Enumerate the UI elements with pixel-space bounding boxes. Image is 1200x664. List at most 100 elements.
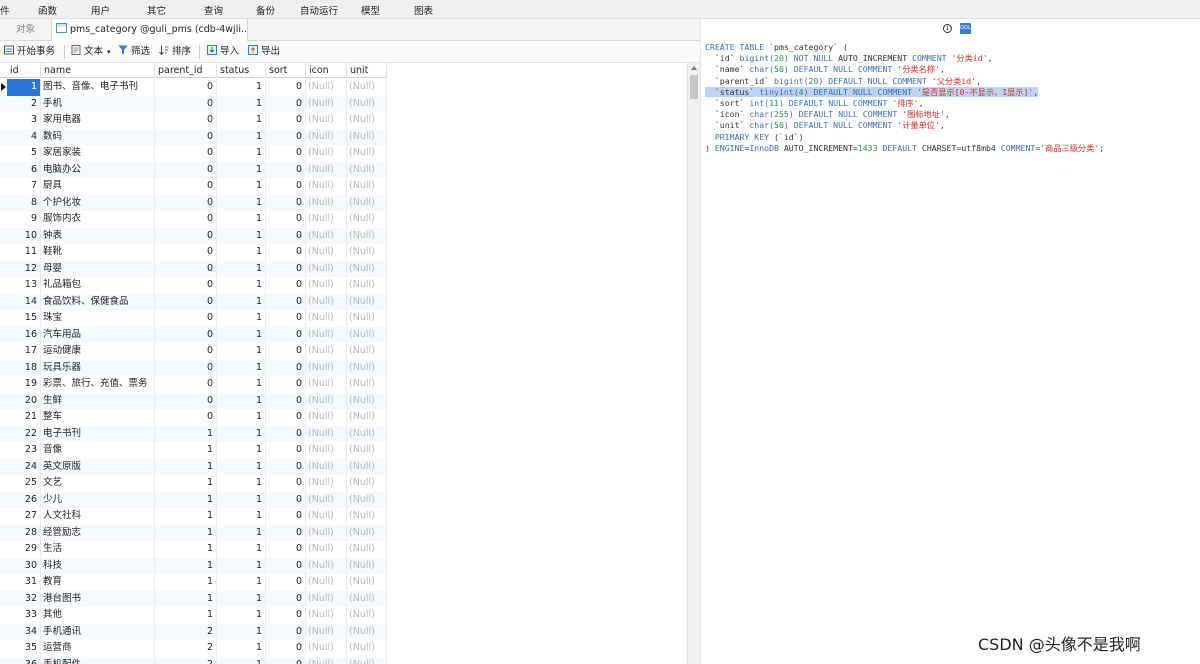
ddl-code-view[interactable]: CREATE TABLE `pms_category` ( `id` bigin… xyxy=(705,42,1104,154)
cell-sort[interactable]: 0 xyxy=(266,590,306,607)
column-header-icon[interactable]: icon xyxy=(306,63,347,78)
cell-name[interactable]: 整车 xyxy=(41,409,155,426)
cell-icon[interactable]: (Null) xyxy=(306,343,347,360)
cell-icon[interactable]: (Null) xyxy=(306,359,347,376)
cell-parent-id[interactable]: 0 xyxy=(155,194,217,211)
cell-sort[interactable]: 0 xyxy=(266,574,306,591)
cell-id[interactable]: 14 xyxy=(7,293,41,310)
cell-id[interactable]: 30 xyxy=(7,557,41,574)
table-row[interactable]: 25 文艺 1 1 0 (Null) (Null) xyxy=(0,475,387,492)
cell-sort[interactable]: 0 xyxy=(266,260,306,277)
cell-sort[interactable]: 0 xyxy=(266,656,306,664)
cell-icon[interactable]: (Null) xyxy=(306,458,347,475)
cell-sort[interactable]: 0 xyxy=(266,227,306,244)
cell-id[interactable]: 17 xyxy=(7,343,41,360)
table-row[interactable]: 29 生活 1 1 0 (Null) (Null) xyxy=(0,541,387,558)
cell-status[interactable]: 1 xyxy=(217,310,266,327)
table-row[interactable]: 21 整车 0 1 0 (Null) (Null) xyxy=(0,409,387,426)
cell-sort[interactable]: 0 xyxy=(266,211,306,228)
cell-id[interactable]: 6 xyxy=(7,161,41,178)
cell-name[interactable]: 电子书刊 xyxy=(41,425,155,442)
cell-icon[interactable]: (Null) xyxy=(306,623,347,640)
cell-parent-id[interactable]: 0 xyxy=(155,95,217,112)
cell-unit[interactable]: (Null) xyxy=(347,425,387,442)
cell-name[interactable]: 食品饮料、保健食品 xyxy=(41,293,155,310)
cell-icon[interactable]: (Null) xyxy=(306,211,347,228)
column-header-unit[interactable]: unit xyxy=(347,63,387,78)
cell-icon[interactable]: (Null) xyxy=(306,640,347,657)
cell-icon[interactable]: (Null) xyxy=(306,508,347,525)
cell-sort[interactable]: 0 xyxy=(266,392,306,409)
cell-parent-id[interactable]: 0 xyxy=(155,293,217,310)
table-row[interactable]: 26 少儿 1 1 0 (Null) (Null) xyxy=(0,491,387,508)
cell-unit[interactable]: (Null) xyxy=(347,359,387,376)
text-button[interactable]: 文本 ▾ xyxy=(71,45,111,59)
cell-sort[interactable]: 0 xyxy=(266,293,306,310)
cell-status[interactable]: 1 xyxy=(217,607,266,624)
cell-sort[interactable]: 0 xyxy=(266,376,306,393)
cell-name[interactable]: 运动健康 xyxy=(41,343,155,360)
cell-name[interactable]: 手机通讯 xyxy=(41,623,155,640)
cell-icon[interactable]: (Null) xyxy=(306,194,347,211)
cell-parent-id[interactable]: 0 xyxy=(155,145,217,162)
cell-icon[interactable]: (Null) xyxy=(306,293,347,310)
scroll-up-icon[interactable] xyxy=(691,66,697,70)
cell-status[interactable]: 1 xyxy=(217,128,266,145)
cell-status[interactable]: 1 xyxy=(217,277,266,294)
cell-sort[interactable]: 0 xyxy=(266,359,306,376)
table-row[interactable]: 2 手机 0 1 0 (Null) (Null) xyxy=(0,95,387,112)
cell-name[interactable]: 鞋靴 xyxy=(41,244,155,261)
table-row[interactable]: 22 电子书刊 1 1 0 (Null) (Null) xyxy=(0,425,387,442)
cell-id[interactable]: 26 xyxy=(7,491,41,508)
cell-icon[interactable]: (Null) xyxy=(306,656,347,664)
cell-sort[interactable]: 0 xyxy=(266,343,306,360)
cell-name[interactable]: 家居家装 xyxy=(41,145,155,162)
cell-name[interactable]: 家用电器 xyxy=(41,112,155,129)
sort-button[interactable]: 排序 xyxy=(159,45,191,59)
cell-name[interactable]: 经管励志 xyxy=(41,524,155,541)
cell-status[interactable]: 1 xyxy=(217,194,266,211)
table-row[interactable]: 10 钟表 0 1 0 (Null) (Null) xyxy=(0,227,387,244)
cell-parent-id[interactable]: 1 xyxy=(155,541,217,558)
cell-sort[interactable]: 0 xyxy=(266,623,306,640)
cell-name[interactable]: 运营商 xyxy=(41,640,155,657)
cell-id[interactable]: 10 xyxy=(7,227,41,244)
cell-unit[interactable]: (Null) xyxy=(347,640,387,657)
cell-unit[interactable]: (Null) xyxy=(347,277,387,294)
table-row[interactable]: 19 彩票、旅行、充值、票务 0 1 0 (Null) (Null) xyxy=(0,376,387,393)
cell-name[interactable]: 港台图书 xyxy=(41,590,155,607)
cell-name[interactable]: 数码 xyxy=(41,128,155,145)
cell-sort[interactable]: 0 xyxy=(266,557,306,574)
cell-id[interactable]: 22 xyxy=(7,425,41,442)
cell-icon[interactable]: (Null) xyxy=(306,310,347,327)
cell-name[interactable]: 汽车用品 xyxy=(41,326,155,343)
cell-name[interactable]: 英文原版 xyxy=(41,458,155,475)
cell-id[interactable]: 11 xyxy=(7,244,41,261)
cell-sort[interactable]: 0 xyxy=(266,409,306,426)
cell-unit[interactable]: (Null) xyxy=(347,244,387,261)
cell-name[interactable]: 玩具乐器 xyxy=(41,359,155,376)
table-row[interactable]: 30 科技 1 1 0 (Null) (Null) xyxy=(0,557,387,574)
cell-icon[interactable]: (Null) xyxy=(306,475,347,492)
cell-status[interactable]: 1 xyxy=(217,244,266,261)
table-row[interactable]: 13 礼品箱包 0 1 0 (Null) (Null) xyxy=(0,277,387,294)
cell-status[interactable]: 1 xyxy=(217,541,266,558)
cell-icon[interactable]: (Null) xyxy=(306,277,347,294)
cell-unit[interactable]: (Null) xyxy=(347,128,387,145)
cell-name[interactable]: 珠宝 xyxy=(41,310,155,327)
cell-unit[interactable]: (Null) xyxy=(347,656,387,664)
cell-sort[interactable]: 0 xyxy=(266,277,306,294)
cell-parent-id[interactable]: 0 xyxy=(155,260,217,277)
cell-name[interactable]: 手机 xyxy=(41,95,155,112)
menu-query[interactable]: 查询 xyxy=(204,3,223,17)
cell-unit[interactable]: (Null) xyxy=(347,178,387,195)
cell-unit[interactable]: (Null) xyxy=(347,260,387,277)
cell-name[interactable]: 电脑办公 xyxy=(41,161,155,178)
cell-parent-id[interactable]: 1 xyxy=(155,607,217,624)
cell-unit[interactable]: (Null) xyxy=(347,310,387,327)
cell-status[interactable]: 1 xyxy=(217,376,266,393)
cell-status[interactable]: 1 xyxy=(217,574,266,591)
cell-sort[interactable]: 0 xyxy=(266,145,306,162)
table-row[interactable]: 28 经管励志 1 1 0 (Null) (Null) xyxy=(0,524,387,541)
cell-status[interactable]: 1 xyxy=(217,458,266,475)
